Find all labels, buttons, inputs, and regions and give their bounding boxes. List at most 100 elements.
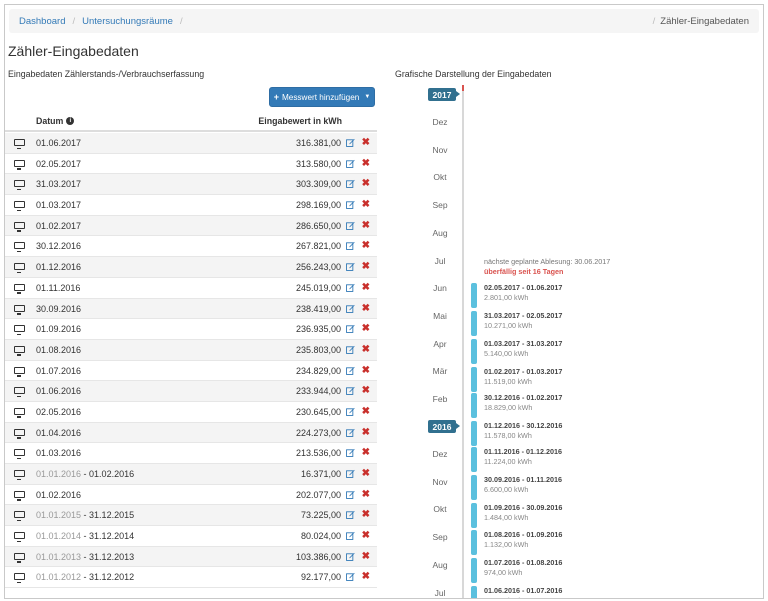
- edit-icon[interactable]: [346, 428, 355, 437]
- edit-icon[interactable]: [346, 510, 355, 520]
- edit-icon[interactable]: [346, 138, 355, 147]
- table-row: 30.09.2016 238.419,00 ✖: [5, 298, 377, 320]
- row-value: 92.177,00: [300, 572, 341, 583]
- edit-icon[interactable]: [346, 283, 355, 292]
- edit-icon[interactable]: [346, 469, 355, 478]
- row-date: 01.03.2017: [36, 200, 81, 210]
- breadcrumb-dashboard[interactable]: Dashboard: [19, 16, 65, 27]
- edit-icon[interactable]: [346, 386, 355, 396]
- delete-icon[interactable]: ✖: [362, 509, 370, 520]
- delete-icon[interactable]: ✖: [362, 551, 370, 562]
- monitor-icon: [14, 304, 25, 315]
- date-to: 01.07.2016: [36, 365, 82, 376]
- delete-icon[interactable]: ✖: [362, 489, 370, 500]
- table-row: 01.01.2012 - 31.12.2012 92.177,00 ✖: [5, 567, 377, 589]
- delete-icon[interactable]: ✖: [362, 427, 370, 438]
- entry-period: 30.09.2016 - 01.11.2016: [484, 475, 562, 484]
- monitor-icon: [14, 573, 25, 584]
- delete-icon[interactable]: ✖: [362, 303, 370, 314]
- plus-icon: +: [273, 92, 279, 102]
- delete-icon[interactable]: ✖: [362, 240, 370, 251]
- date-to: 31.03.2017: [36, 179, 82, 190]
- delete-icon[interactable]: ✖: [362, 344, 370, 355]
- edit-icon[interactable]: [346, 490, 355, 499]
- table-row: 01.12.2016 256.243,00 ✖: [5, 257, 377, 278]
- edit-icon[interactable]: [346, 552, 355, 561]
- row-value: 267.821,00: [295, 241, 341, 252]
- monitor-icon: [14, 366, 25, 377]
- delete-icon[interactable]: ✖: [362, 178, 370, 189]
- row-date: 01.11.2016: [36, 283, 80, 293]
- delete-icon[interactable]: ✖: [362, 220, 370, 231]
- delete-icon[interactable]: ✖: [362, 571, 370, 582]
- date-from: 01.01.2013: [36, 551, 82, 562]
- delete-icon[interactable]: ✖: [362, 137, 370, 148]
- edit-icon[interactable]: [346, 345, 355, 354]
- edit-icon[interactable]: [346, 448, 355, 458]
- monitor-icon: [14, 242, 25, 253]
- breadcrumb-current: Zähler-Eingabedaten: [660, 15, 749, 27]
- entry-kwh: 11.224,00 kWh: [484, 457, 532, 466]
- edit-icon[interactable]: [346, 179, 355, 189]
- info-icon[interactable]: i: [66, 117, 75, 125]
- row-value: 245.019,00: [295, 282, 341, 293]
- edit-icon[interactable]: [346, 262, 355, 272]
- row-date: 01.02.2016: [36, 490, 81, 500]
- row-date: 01.09.2016: [36, 324, 81, 334]
- add-measurement-label: Messwert hinzufügen: [281, 92, 360, 102]
- entry-period: 01.02.2017 - 01.03.2017: [484, 367, 563, 376]
- edit-icon[interactable]: [346, 531, 355, 540]
- edit-icon[interactable]: [346, 366, 355, 375]
- row-value: 238.419,00: [295, 303, 341, 314]
- entry-kwh: 1.484,00 kWh: [484, 513, 529, 522]
- row-date: 01.03.2016: [36, 448, 81, 458]
- edit-icon[interactable]: [346, 572, 355, 582]
- consumption-entry: 01.12.2016 - 30.12.2016 11.578,00 kWh: [484, 421, 562, 441]
- month-label: Mai: [433, 310, 447, 321]
- monitor-icon: [14, 428, 25, 439]
- table-row: 01.03.2016 213.536,00 ✖: [5, 443, 377, 464]
- date-from: 01.01.2015: [36, 510, 82, 521]
- delete-icon[interactable]: ✖: [362, 323, 370, 334]
- edit-icon[interactable]: [346, 241, 355, 251]
- next-reading-label: nächste geplante Ablesung: 30.06.2017: [484, 257, 611, 266]
- row-value: 234.829,00: [295, 365, 341, 376]
- edit-icon[interactable]: [346, 304, 355, 313]
- add-measurement-button[interactable]: + Messwert hinzufügen ▼: [269, 87, 375, 107]
- delete-icon[interactable]: ✖: [362, 199, 370, 210]
- edit-icon[interactable]: [346, 407, 355, 416]
- delete-icon[interactable]: ✖: [362, 365, 370, 376]
- delete-icon[interactable]: ✖: [362, 158, 370, 169]
- entry-kwh: 11.519,00 kWh: [484, 377, 532, 386]
- delete-icon[interactable]: ✖: [362, 282, 370, 293]
- table-row: 02.05.2016 230.645,00 ✖: [5, 402, 377, 423]
- breadcrumb-untersuchungsraeume[interactable]: Untersuchungsräume: [82, 16, 173, 27]
- delete-icon[interactable]: ✖: [362, 530, 370, 541]
- month-label: Dez: [432, 117, 448, 127]
- edit-icon[interactable]: [346, 200, 355, 209]
- date-to: 31.12.2013: [89, 551, 135, 562]
- delete-icon[interactable]: ✖: [362, 447, 370, 458]
- table-row: 01.07.2016 234.829,00 ✖: [5, 361, 377, 382]
- delete-icon[interactable]: ✖: [362, 261, 370, 272]
- monitor-icon: [14, 552, 25, 563]
- edit-icon[interactable]: [346, 324, 355, 334]
- monitor-icon: [14, 221, 25, 232]
- edit-icon[interactable]: [346, 221, 355, 230]
- breadcrumb: Dashboard / Untersuchungsräume / / Zähler…: [9, 9, 759, 33]
- month-label: Mär: [432, 366, 448, 377]
- delete-icon[interactable]: ✖: [362, 468, 370, 479]
- delete-icon[interactable]: ✖: [362, 385, 370, 396]
- table-row: 01.09.2016 236.935,00 ✖: [5, 319, 377, 340]
- timeline-chart: nächste geplante Ablesung: 30.06.2017 üb…: [425, 85, 755, 598]
- row-date: 01.01.2013 - 31.12.2013: [36, 551, 135, 562]
- column-header-value: Eingabewert in kWh: [258, 116, 342, 126]
- delete-icon[interactable]: ✖: [362, 406, 370, 417]
- month-label: Jul: [434, 587, 446, 598]
- date-to: 01.02.2016: [36, 489, 82, 500]
- row-date: 01.01.2016 - 01.02.2016: [36, 469, 135, 479]
- breadcrumb-separator: /: [652, 15, 656, 27]
- edit-icon[interactable]: [346, 159, 355, 168]
- month-label: Sep: [432, 532, 448, 543]
- table-row: 01.02.2016 202.077,00 ✖: [5, 485, 377, 506]
